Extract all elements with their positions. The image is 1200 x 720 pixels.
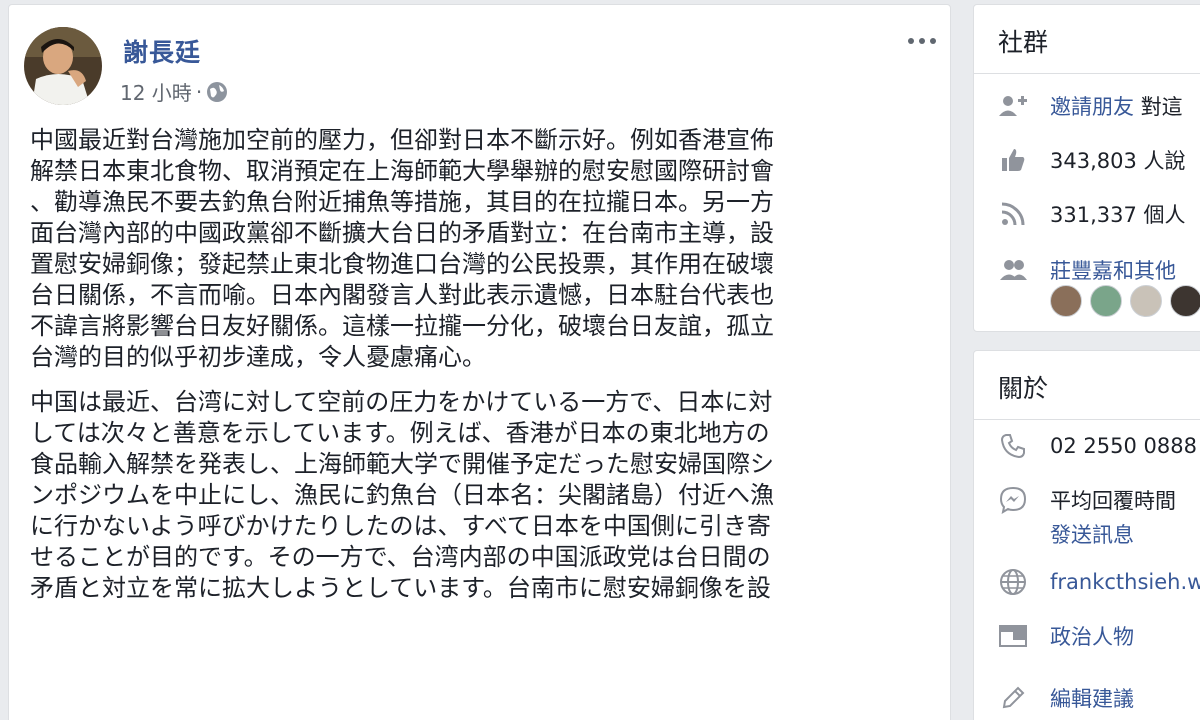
friend-avatar[interactable] — [1130, 285, 1162, 317]
follows-count: 331,337 個人 — [1050, 203, 1186, 227]
meta-separator: · — [195, 79, 203, 104]
category-row: 政治人物 — [996, 621, 1200, 651]
invite-friends-row: 邀請朋友 對這 — [996, 91, 1200, 121]
friends-row: 莊豐嘉和其他 — [996, 255, 1200, 285]
suggest-edit-link[interactable]: 編輯建議 — [1050, 683, 1134, 713]
more-icon[interactable] — [902, 27, 942, 55]
more-dot — [930, 38, 936, 44]
phone-row: 02 2550 0888 — [996, 431, 1200, 461]
divider — [974, 73, 1200, 74]
website-row: frankcthsieh.w — [996, 567, 1200, 597]
suggest-edit-row: 編輯建議 — [996, 683, 1200, 713]
more-dot — [908, 38, 914, 44]
divider — [974, 419, 1200, 420]
likes-row: 343,803 人說 — [996, 145, 1200, 175]
invite-friends-icon — [996, 91, 1030, 121]
invite-friends-link[interactable]: 邀請朋友 — [1050, 95, 1134, 119]
category-flag-icon — [996, 621, 1030, 651]
response-time-row: 平均回覆時間 — [996, 485, 1200, 515]
community-title: 社群 — [998, 28, 1049, 57]
pencil-icon — [996, 683, 1030, 713]
phone-icon — [996, 431, 1030, 461]
friends-link[interactable]: 莊豐嘉和其他 — [1050, 255, 1176, 285]
about-card: 關於 02 2550 0888 平均回覆時間 發送訊息 frankcthsieh… — [973, 350, 1200, 720]
about-title: 關於 — [998, 374, 1049, 403]
send-message-row: 發送訊息 — [1050, 519, 1200, 549]
page: 謝長廷 12 小時 · 中國最近對台灣施加空前的壓力，但卻對日本不斷示好。例如香… — [0, 0, 1200, 720]
post-paragraph-japanese: 中国は最近、台湾に対して空前の圧力をかけている一方で、日本に対 しては次々と善意… — [30, 388, 774, 602]
author-name[interactable]: 謝長廷 — [123, 33, 201, 69]
friend-avatar[interactable] — [1090, 285, 1122, 317]
friend-avatar[interactable] — [1050, 285, 1082, 317]
globe-icon[interactable] — [206, 81, 228, 103]
friend-avatar[interactable] — [1170, 285, 1200, 317]
follow-rss-icon — [996, 199, 1030, 229]
send-message-link[interactable]: 發送訊息 — [1050, 519, 1134, 549]
post-meta: 12 小時 · — [120, 77, 228, 106]
website-globe-icon — [996, 567, 1030, 597]
response-time: 平均回覆時間 — [1050, 489, 1176, 513]
post-timestamp[interactable]: 12 小時 — [120, 77, 192, 106]
likes-count: 343,803 人說 — [1050, 149, 1186, 173]
friends-icon — [996, 255, 1030, 285]
more-dot — [919, 38, 925, 44]
friend-avatars — [1050, 285, 1200, 317]
follows-row: 331,337 個人 — [996, 199, 1200, 229]
author-avatar[interactable] — [24, 27, 102, 105]
invite-friends-text: 對這 — [1140, 95, 1183, 119]
category-link[interactable]: 政治人物 — [1050, 621, 1134, 651]
like-icon — [996, 145, 1030, 175]
messenger-icon — [996, 485, 1030, 515]
phone-number[interactable]: 02 2550 0888 — [1050, 434, 1197, 458]
post-body: 中國最近對台灣施加空前的壓力，但卻對日本不斷示好。例如香港宣佈 解禁日本東北食物… — [30, 125, 930, 618]
post-paragraph-chinese: 中國最近對台灣施加空前的壓力，但卻對日本不斷示好。例如香港宣佈 解禁日本東北食物… — [30, 126, 774, 371]
community-card: 社群 邀請朋友 對這 343,803 人說 331,337 個人 莊豐嘉和其他 — [973, 4, 1200, 332]
post-card: 謝長廷 12 小時 · 中國最近對台灣施加空前的壓力，但卻對日本不斷示好。例如香… — [8, 4, 951, 720]
website-link[interactable]: frankcthsieh.w — [1050, 570, 1200, 594]
